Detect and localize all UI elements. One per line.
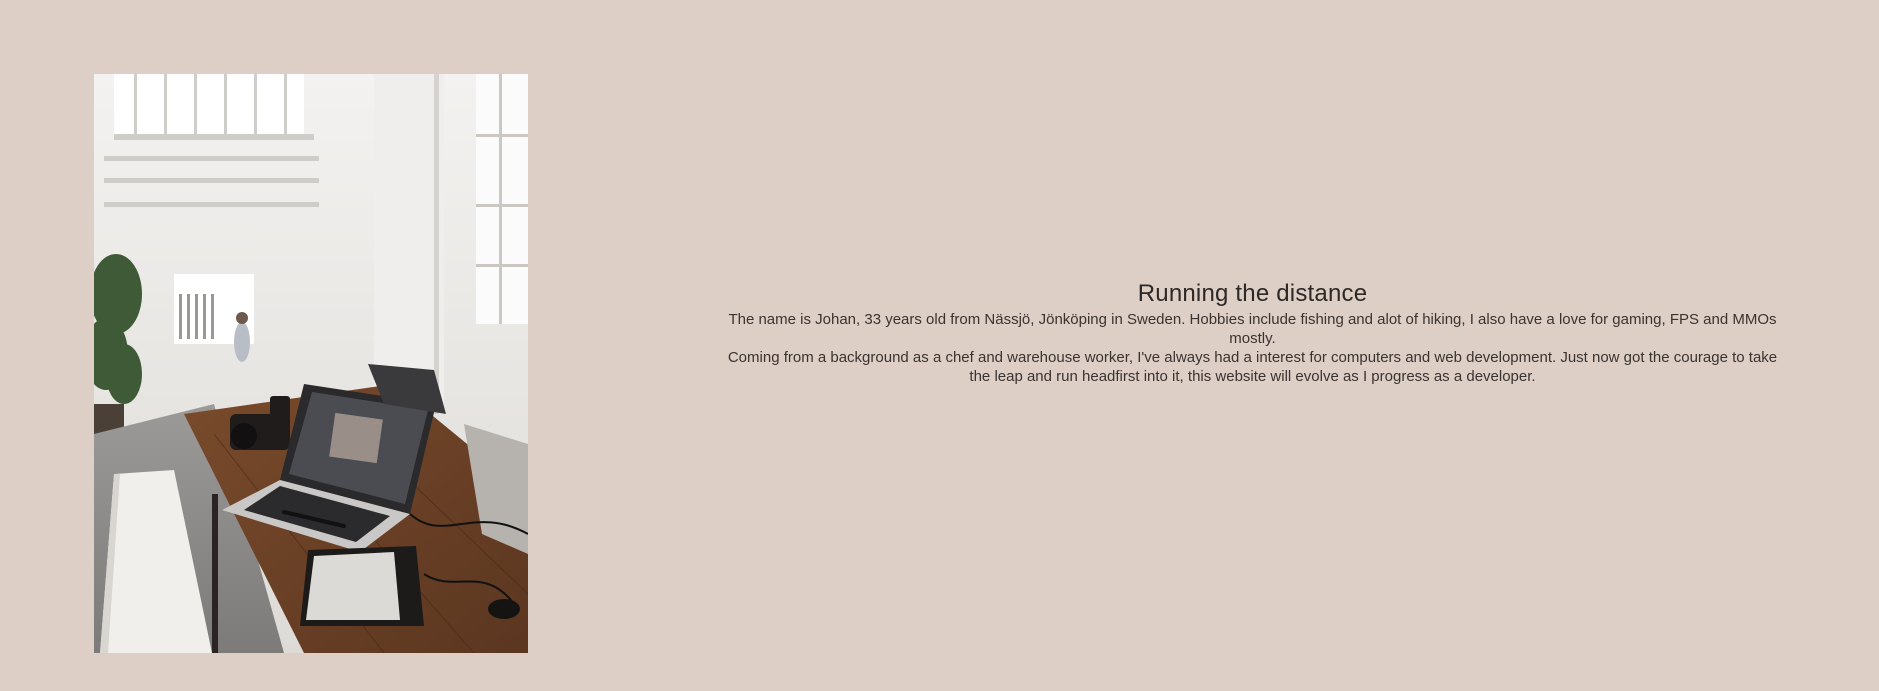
about-paragraph-background: Coming from a background as a chef and w… bbox=[727, 349, 1778, 385]
about-title: Running the distance bbox=[1137, 280, 1368, 307]
about-section: Running the distance The name is Johan, … bbox=[720, 280, 1785, 386]
page: { "colors": { "background": "#ddcfc6", "… bbox=[0, 0, 1879, 691]
about-paragraph-intro: The name is Johan, 33 years old from Näs… bbox=[728, 311, 1777, 347]
workspace-photo bbox=[94, 74, 528, 653]
